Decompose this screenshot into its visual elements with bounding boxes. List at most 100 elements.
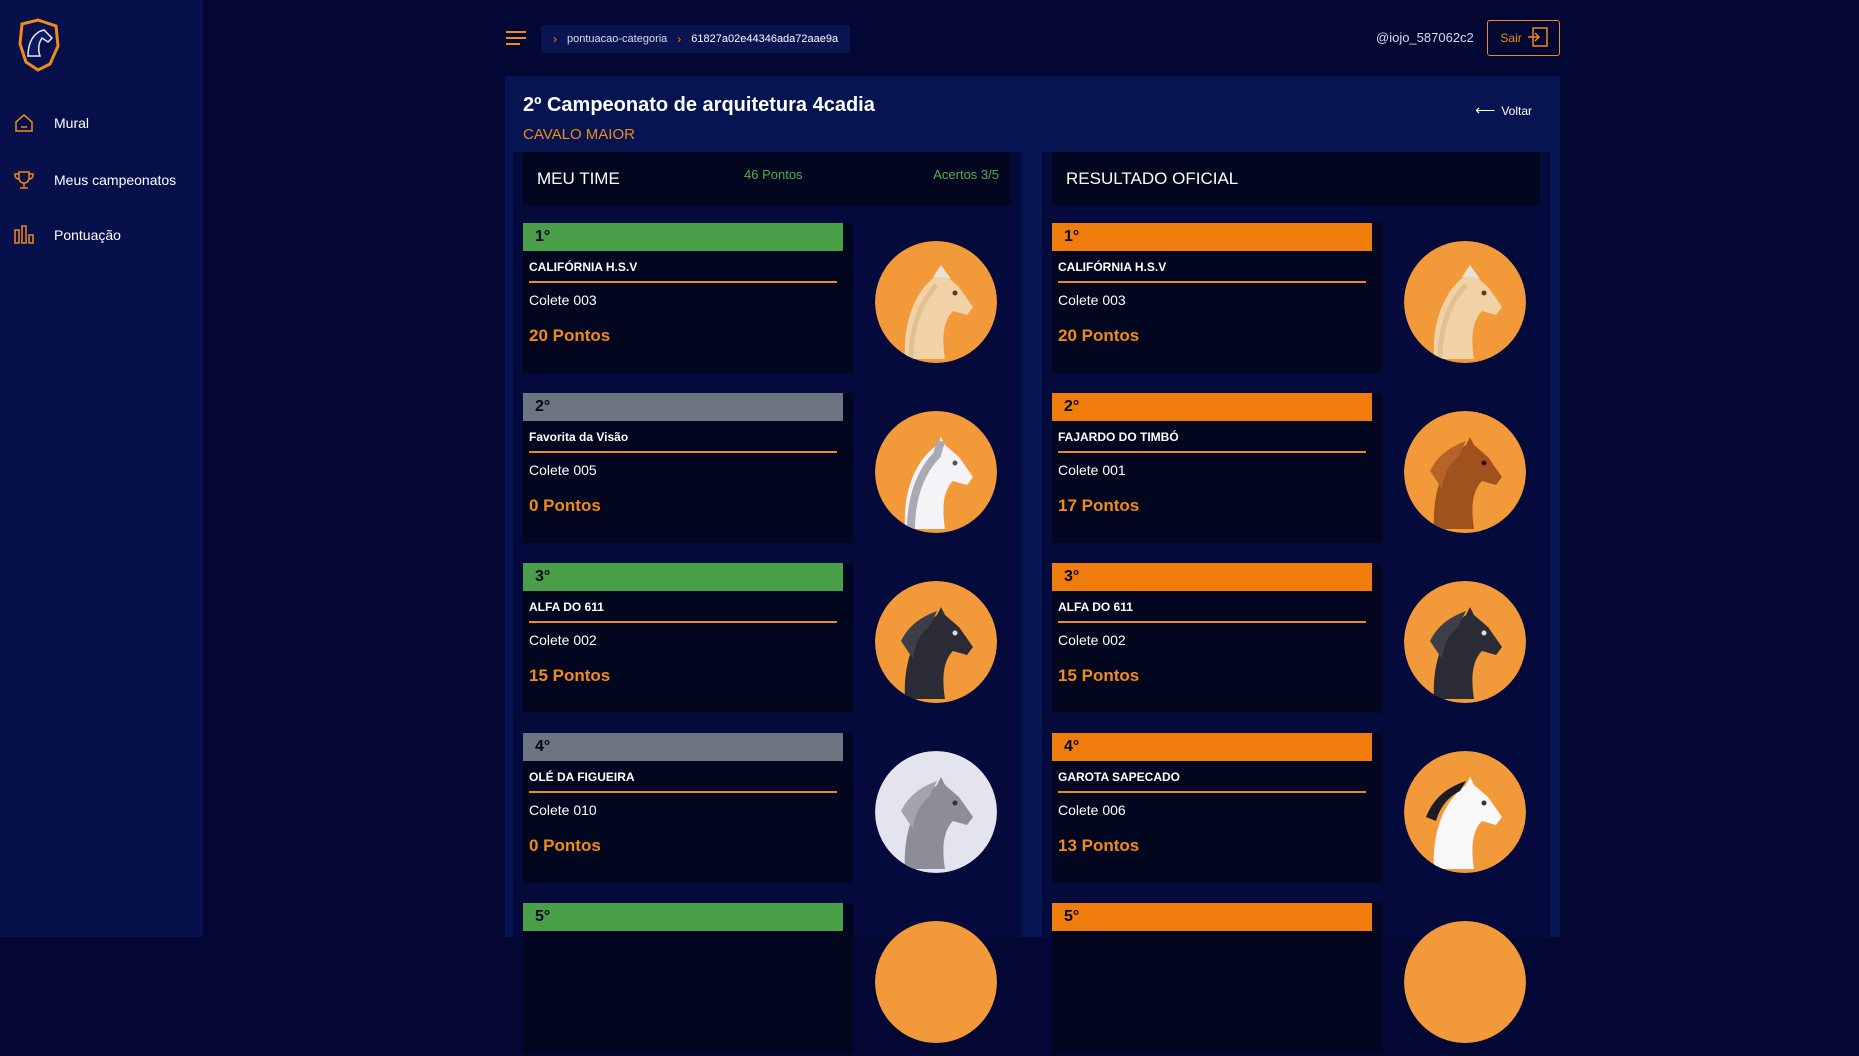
place-badge: 1°	[1052, 223, 1372, 251]
horse-card: 2° FAJARDO DO TIMBÓ Colete 001 17 Pontos	[1052, 393, 1382, 543]
my-team-header: MEU TIME 46 Pontos Acertos 3/5	[523, 152, 1011, 205]
place-badge: 3°	[1052, 563, 1372, 591]
colete-number: Colete 003	[529, 292, 597, 308]
horse-head-icon	[875, 921, 997, 1043]
horse-name: OLÉ DA FIGUEIRA	[529, 770, 635, 784]
place-badge: 5°	[1052, 903, 1372, 931]
horse-points: 20 Pontos	[529, 326, 611, 345]
divider	[529, 281, 837, 283]
horse-head-icon	[1404, 241, 1526, 363]
list-item: 3° ALFA DO 611 Colete 002 15 Pontos	[1052, 563, 1540, 716]
colete-number: Colete 005	[529, 462, 597, 478]
list-item: 4° GAROTA SAPECADO Colete 006 13 Pontos	[1052, 733, 1540, 886]
horse-card: 3° ALFA DO 611 Colete 002 15 Pontos	[1052, 563, 1382, 713]
horse-points: 17 Pontos	[1058, 496, 1140, 515]
colete-number: Colete 003	[1058, 292, 1126, 308]
official-title: RESULTADO OFICIAL	[1066, 169, 1239, 188]
horse-card: 1° CALIFÓRNIA H.S.V Colete 003 20 Pontos	[523, 223, 853, 373]
horse-head-icon	[875, 241, 997, 363]
list-item: 1° CALIFÓRNIA H.S.V Colete 003 20 Pontos	[523, 223, 1011, 376]
divider	[529, 791, 837, 793]
page-title: 2º Campeonato de arquitetura 4cadia	[523, 94, 875, 116]
list-item: 1° CALIFÓRNIA H.S.V Colete 003 20 Pontos	[1052, 223, 1540, 376]
logo-horse-icon[interactable]	[14, 16, 64, 72]
horse-head-icon	[875, 411, 997, 533]
list-item: 5°	[1052, 903, 1540, 1056]
horse-name: Favorita da Visão	[529, 430, 629, 444]
horse-name: FAJARDO DO TIMBÓ	[1058, 430, 1179, 444]
breadcrumb: › pontuacao-categoria › 61827a02e44346ad…	[541, 25, 851, 53]
logout-label: Sair	[1500, 31, 1522, 45]
horse-points: 15 Pontos	[1058, 666, 1140, 685]
horse-points: 20 Pontos	[1058, 326, 1140, 345]
chevron-right-icon: ›	[553, 32, 557, 46]
divider	[529, 621, 837, 623]
colete-number: Colete 002	[529, 632, 597, 648]
sidebar-item-label: Mural	[54, 115, 90, 131]
horse-name: ALFA DO 611	[529, 600, 604, 614]
official-result-column: RESULTADO OFICIAL 1° CALIFÓRNIA H.S.V Co…	[1042, 152, 1550, 1053]
horse-card: 2° Favorita da Visão Colete 005 0 Pontos	[523, 393, 853, 543]
place-badge: 2°	[523, 393, 843, 421]
back-label: Voltar	[1501, 103, 1532, 118]
colete-number: Colete 002	[1058, 632, 1126, 648]
horse-card: 5°	[523, 903, 853, 1053]
my-team-hits: Acertos 3/5	[933, 167, 999, 182]
divider	[529, 451, 837, 453]
horse-card: 4° OLÉ DA FIGUEIRA Colete 010 0 Pontos	[523, 733, 853, 883]
colete-number: Colete 010	[529, 802, 597, 818]
place-badge: 1°	[523, 223, 843, 251]
horse-head-icon	[1404, 411, 1526, 533]
horse-points: 0 Pontos	[529, 496, 601, 515]
divider	[1058, 451, 1366, 453]
sidebar-item-mural[interactable]: Mural	[12, 108, 89, 138]
place-badge: 4°	[523, 733, 843, 761]
page-subtitle: CAVALO MAIOR	[523, 126, 635, 143]
chevron-right-icon: ›	[677, 32, 682, 46]
breadcrumb-item[interactable]: 61827a02e44346ada72aae9a	[691, 33, 838, 45]
my-team-points: 46 Pontos	[744, 167, 803, 182]
horse-points: 0 Pontos	[529, 836, 601, 855]
place-badge: 4°	[1052, 733, 1372, 761]
list-item: 3° ALFA DO 611 Colete 002 15 Pontos	[523, 563, 1011, 716]
sidebar-item-label: Pontuação	[54, 227, 121, 243]
colete-number: Colete 001	[1058, 462, 1126, 478]
horse-head-icon	[875, 581, 997, 703]
official-header: RESULTADO OFICIAL	[1052, 152, 1540, 205]
horse-card: 1° CALIFÓRNIA H.S.V Colete 003 20 Pontos	[1052, 223, 1382, 373]
place-badge: 2°	[1052, 393, 1372, 421]
horse-name: CALIFÓRNIA H.S.V	[1058, 260, 1167, 274]
colete-number: Colete 006	[1058, 802, 1126, 818]
sidebar: Mural Meus campeonatos Pontuação	[0, 0, 203, 937]
list-item: 5°	[523, 903, 1011, 1056]
divider	[1058, 791, 1366, 793]
my-team-title: MEU TIME	[537, 169, 620, 188]
horse-head-icon	[1404, 921, 1526, 1043]
my-team-column: MEU TIME 46 Pontos Acertos 3/5 1° CALIFÓ…	[513, 152, 1021, 1053]
horse-head-icon	[1404, 751, 1526, 873]
logout-button[interactable]: Sair	[1487, 20, 1560, 56]
arrow-left-icon: ⟵	[1475, 102, 1496, 118]
sidebar-item-pontuacao[interactable]: Pontuação	[12, 220, 121, 250]
sidebar-item-meus-campeonatos[interactable]: Meus campeonatos	[12, 165, 176, 195]
horse-card: 5°	[1052, 903, 1382, 1053]
user-name: @iojo_587062c2	[1376, 30, 1474, 45]
back-button[interactable]: ⟵ Voltar	[1475, 102, 1532, 119]
horse-head-icon	[875, 751, 997, 873]
horse-card: 4° GAROTA SAPECADO Colete 006 13 Pontos	[1052, 733, 1382, 883]
horse-name: CALIFÓRNIA H.S.V	[529, 260, 638, 274]
horse-points: 15 Pontos	[529, 666, 611, 685]
horse-points: 13 Pontos	[1058, 836, 1140, 855]
divider	[1058, 621, 1366, 623]
breadcrumb-item[interactable]: pontuacao-categoria	[567, 33, 667, 45]
sidebar-item-label: Meus campeonatos	[54, 172, 177, 188]
horse-head-icon	[1404, 581, 1526, 703]
list-item: 2° FAJARDO DO TIMBÓ Colete 001 17 Pontos	[1052, 393, 1540, 546]
list-item: 2° Favorita da Visão Colete 005 0 Pontos	[523, 393, 1011, 546]
home-icon	[12, 111, 36, 135]
main-panel: 2º Campeonato de arquitetura 4cadia CAVA…	[505, 76, 1560, 1053]
horse-card: 3° ALFA DO 611 Colete 002 15 Pontos	[523, 563, 853, 713]
horse-name: ALFA DO 611	[1058, 600, 1133, 614]
place-badge: 5°	[523, 903, 843, 931]
menu-icon[interactable]	[505, 29, 527, 47]
